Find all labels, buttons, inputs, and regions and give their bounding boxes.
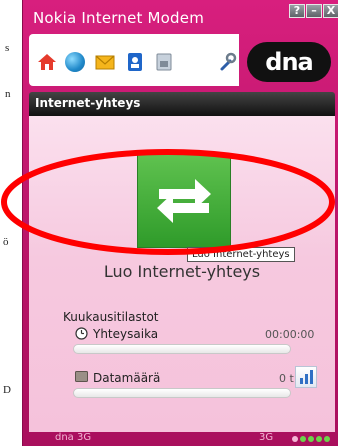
nokia-internet-modem-window: Nokia Internet Modem ? – X dna Internet-… xyxy=(22,0,338,446)
home-icon[interactable] xyxy=(37,52,57,72)
connection-time-bar xyxy=(73,344,291,354)
data-amount-label: Datamäärä xyxy=(93,371,161,385)
status-bar: dna 3G 3G xyxy=(23,432,338,446)
close-button[interactable]: X xyxy=(323,4,338,18)
internet-connection-panel: Luo Internet-yhteys Luo Internet-yhteys … xyxy=(29,116,335,432)
background-fragment: s xyxy=(5,42,10,54)
bar-chart-icon xyxy=(300,370,313,384)
swap-arrows-icon xyxy=(157,179,211,223)
connect-tooltip: Luo Internet-yhteys xyxy=(187,247,295,262)
network-type-label: 3G xyxy=(259,432,274,443)
connection-time-value: 00:00:00 xyxy=(265,328,315,341)
window-controls: ? – X xyxy=(289,4,338,18)
window-title: Nokia Internet Modem xyxy=(33,9,205,27)
logo-text: dna xyxy=(265,48,313,76)
panel-header: Internet-yhteys xyxy=(29,92,335,116)
signal-strength-icon xyxy=(292,436,330,442)
sim-icon[interactable] xyxy=(154,52,174,72)
connection-time-label: Yhteysaika xyxy=(93,327,159,341)
toolbar: dna xyxy=(29,34,335,86)
toolbar-icon-strip xyxy=(29,34,239,86)
screenshot: s n ö D Nokia Internet Modem ? – X dna I… xyxy=(0,0,338,446)
connect-label: Luo Internet-yhteys xyxy=(103,262,261,281)
data-amount-icon xyxy=(75,371,88,382)
title-bar[interactable]: Nokia Internet Modem ? – X xyxy=(23,0,338,32)
background-fragment: ö xyxy=(3,236,9,248)
help-button[interactable]: ? xyxy=(289,4,305,18)
connect-button[interactable] xyxy=(137,154,231,248)
settings-icon[interactable] xyxy=(217,52,237,72)
dna-logo: dna xyxy=(247,42,331,82)
globe-icon[interactable] xyxy=(65,52,85,72)
statistics-button[interactable] xyxy=(295,366,317,388)
operator-label: dna 3G xyxy=(55,432,92,443)
monthly-stats-title: Kuukausitilastot xyxy=(63,310,159,324)
mail-icon[interactable] xyxy=(95,52,115,72)
background-fragment: D xyxy=(3,384,11,396)
contacts-icon[interactable] xyxy=(125,52,145,72)
background-fragment: n xyxy=(5,88,11,100)
panel-title: Internet-yhteys xyxy=(35,96,141,110)
data-amount-bar xyxy=(73,388,291,398)
minimize-button[interactable]: – xyxy=(306,4,322,18)
clock-icon xyxy=(75,327,88,340)
data-amount-value: 0 t xyxy=(279,372,294,385)
